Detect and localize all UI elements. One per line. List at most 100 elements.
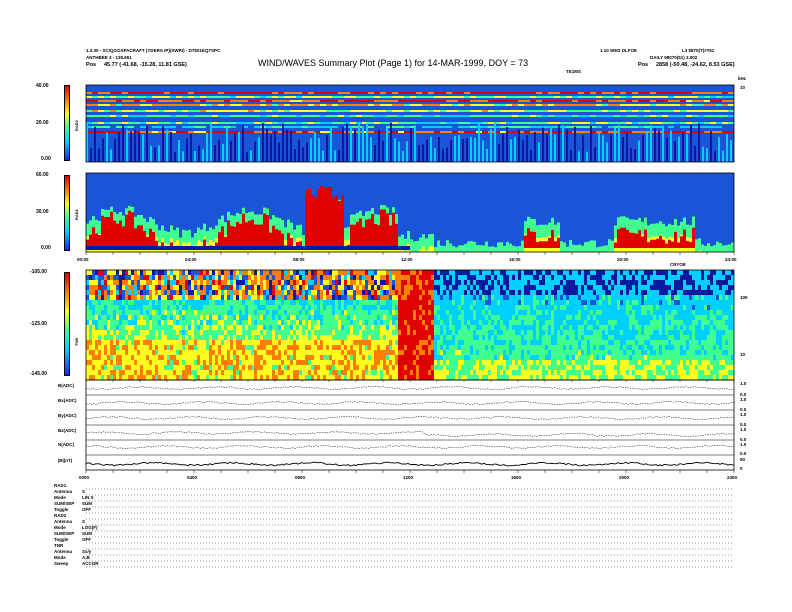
rad1-col-red — [236, 221, 239, 248]
tnr-cell — [464, 340, 467, 345]
tnr-cell — [296, 295, 299, 300]
tnr-cell — [131, 270, 134, 275]
tnr-cell — [332, 270, 335, 275]
tnr-cell — [191, 300, 194, 305]
tnr-cell — [128, 355, 131, 360]
tnr-cell — [89, 305, 92, 310]
tnr-cell — [116, 320, 119, 325]
tnr-cell — [182, 310, 185, 315]
tnr-cell — [233, 335, 236, 340]
rad2-band — [104, 110, 110, 112]
tnr-cell — [131, 310, 134, 315]
tnr-cell — [179, 365, 182, 370]
tnr-cell — [206, 300, 209, 305]
tnr-cell — [212, 355, 215, 360]
tnr-cell — [287, 305, 290, 310]
tnr-cell — [98, 360, 101, 365]
tnr-cell — [392, 355, 395, 360]
tnr-cell — [449, 285, 452, 290]
rad2-band — [224, 115, 230, 117]
rad1-base — [257, 246, 260, 250]
tnr-cell — [248, 375, 251, 380]
rad2-band — [656, 122, 662, 124]
tnr-cell — [506, 270, 509, 275]
tnr-cell — [386, 290, 389, 295]
rad2-band — [638, 131, 644, 133]
tnr-cell — [260, 330, 263, 335]
rad2-band — [104, 104, 110, 106]
tnr-cell — [113, 340, 116, 345]
tnr-cell — [317, 370, 320, 375]
tnr-cell — [110, 275, 113, 280]
tnr-cell — [398, 375, 401, 380]
tnr-cell — [335, 340, 338, 345]
tnr-cell — [491, 325, 494, 330]
tnr-cell — [401, 295, 404, 300]
rad2-band — [98, 115, 104, 117]
tnr-cell — [221, 370, 224, 375]
tnr-cell — [278, 350, 281, 355]
tnr-cell — [113, 315, 116, 320]
tnr-cell — [404, 305, 407, 310]
tnr-cell — [485, 275, 488, 280]
tnr-cell — [488, 340, 491, 345]
tnr-cell — [374, 270, 377, 275]
tnr-cell — [398, 315, 401, 320]
rad1-base — [155, 246, 158, 250]
tnr-cell — [458, 285, 461, 290]
tnr-cell — [149, 335, 152, 340]
rad1-base — [305, 246, 308, 250]
tnr-cell — [341, 275, 344, 280]
tnr-cell — [269, 295, 272, 300]
rad2-band — [326, 110, 332, 112]
tnr-cell — [257, 315, 260, 320]
tnr-cell — [449, 360, 452, 365]
tnr-cell — [239, 280, 242, 285]
tnr-cell — [293, 360, 296, 365]
rad2-band — [260, 96, 266, 98]
rad2-band — [182, 110, 188, 112]
tnr-cell — [485, 350, 488, 355]
tnr-cell — [281, 330, 284, 335]
rad2-band — [380, 100, 386, 102]
tnr-cell — [131, 320, 134, 325]
rad2-band — [302, 100, 308, 102]
tnr-cell — [320, 325, 323, 330]
rad2-band — [116, 96, 122, 98]
tnr-cell — [329, 375, 332, 380]
rad2-band — [722, 122, 728, 124]
tnr-cell — [179, 360, 182, 365]
tnr-cell — [341, 280, 344, 285]
tnr-cell — [218, 280, 221, 285]
tnr-cell — [302, 370, 305, 375]
rad2-band — [92, 104, 98, 106]
tnr-cell — [494, 300, 497, 305]
tnr-cell — [176, 335, 179, 340]
tnr-cell — [203, 300, 206, 305]
tnr-cell — [515, 330, 518, 335]
tnr-cell — [236, 270, 239, 275]
rad1-base — [308, 246, 311, 250]
tnr-cell — [236, 300, 239, 305]
tnr-cell — [257, 270, 260, 275]
tnr-cell — [143, 365, 146, 370]
tnr-cell — [164, 270, 167, 275]
tnr-cell — [221, 290, 224, 295]
tnr-cell — [305, 295, 308, 300]
tnr-cell — [134, 305, 137, 310]
tnr-cell — [140, 280, 143, 285]
tnr-cell — [329, 325, 332, 330]
tnr-cell — [152, 365, 155, 370]
rad2-band — [614, 115, 620, 117]
tnr-cell — [275, 310, 278, 315]
tnr-cell — [152, 355, 155, 360]
rad2-streak — [214, 145, 216, 162]
tnr-cell — [455, 305, 458, 310]
rad2-streak — [138, 132, 140, 162]
rad2-band — [230, 96, 236, 98]
tnr-cell — [386, 295, 389, 300]
tnr-cell — [389, 285, 392, 290]
rad2-band — [290, 100, 296, 102]
tnr-cell — [410, 300, 413, 305]
tnr-cell — [377, 335, 380, 340]
